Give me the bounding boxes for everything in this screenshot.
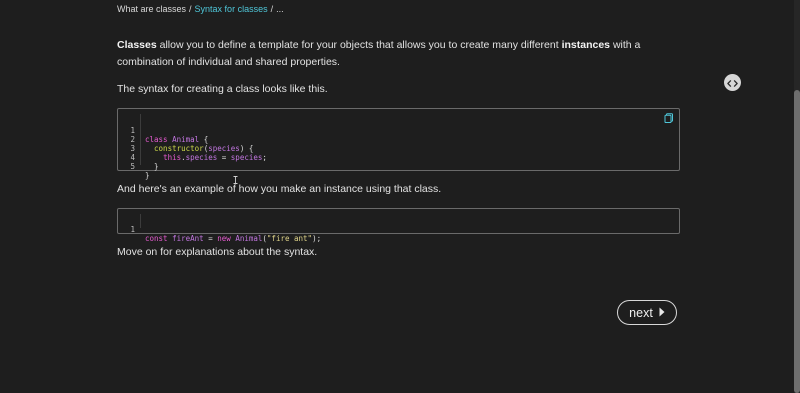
property-token: species <box>185 153 218 162</box>
instance-intro-paragraph: And here's an example of how you make an… <box>117 183 442 195</box>
gutter-divider <box>140 114 141 165</box>
keyword-token: new <box>217 234 231 243</box>
code-line: 1 const fireAnt = new Animal("fire ant")… <box>118 216 321 243</box>
copy-icon[interactable] <box>664 113 674 123</box>
operator-token: = <box>203 234 218 243</box>
line-number: 5 <box>130 162 135 171</box>
code-toggle-button[interactable] <box>724 74 741 91</box>
class-code-block: 1 class Animal { 2 constructor(species) … <box>117 108 680 180</box>
keyword-token: class <box>145 135 168 144</box>
breadcrumb-item-syntax-for-classes[interactable]: Syntax for classes <box>195 4 268 14</box>
variable-token: fireAnt <box>172 234 204 243</box>
move-on-paragraph: Move on for explanations about the synta… <box>117 246 318 258</box>
code-line: 4 } <box>118 144 158 171</box>
next-button-label: next <box>629 305 653 320</box>
punctuation-token: ; <box>262 153 267 162</box>
code-line: 5 } <box>118 153 149 180</box>
breadcrumb-item-more[interactable]: ... <box>276 4 284 14</box>
scrollbar-thumb[interactable] <box>794 90 800 393</box>
next-button[interactable]: next <box>617 300 677 325</box>
code-brackets-icon <box>727 74 738 92</box>
breadcrumb: What are classes / Syntax for classes /... <box>117 4 284 14</box>
this-token: this <box>163 153 182 162</box>
punctuation-token: { <box>199 135 209 144</box>
intro-paragraph: Classes allow you to define a template f… <box>117 37 677 71</box>
term-instances: instances <box>561 39 611 51</box>
breadcrumb-item-what-are-classes[interactable]: What are classes <box>117 4 186 14</box>
caret-right-icon <box>659 306 665 320</box>
function-token: constructor <box>154 144 204 153</box>
code-line: 3 this.species = species; <box>118 135 266 162</box>
operator-token: = <box>217 153 231 162</box>
syntax-intro-paragraph: The syntax for creating a class looks li… <box>117 83 328 95</box>
code-line: 2 constructor(species) { <box>118 126 253 153</box>
class-name-token: Animal <box>172 135 200 144</box>
code-line: 1 class Animal { <box>118 117 208 144</box>
intro-text-part1: allow you to define a template for your … <box>156 39 562 51</box>
class-name-token: Animal <box>235 234 263 243</box>
punctuation-token: } <box>145 162 159 171</box>
string-token: "fire ant" <box>266 234 313 243</box>
keyword-token: const <box>145 234 168 243</box>
param-token: species <box>230 153 263 162</box>
instance-code-block: 1 const fireAnt = new Animal("fire ant")… <box>117 208 680 243</box>
param-token: species <box>208 144 240 153</box>
punctuation-token: } <box>145 171 150 180</box>
term-classes: Classes <box>117 39 157 51</box>
breadcrumb-separator: / <box>189 4 192 14</box>
line-number: 1 <box>130 225 135 234</box>
punctuation-token: ); <box>312 234 322 243</box>
breadcrumb-separator: / <box>270 4 274 14</box>
punctuation-token: ) { <box>239 144 254 153</box>
gutter-divider <box>140 214 141 228</box>
